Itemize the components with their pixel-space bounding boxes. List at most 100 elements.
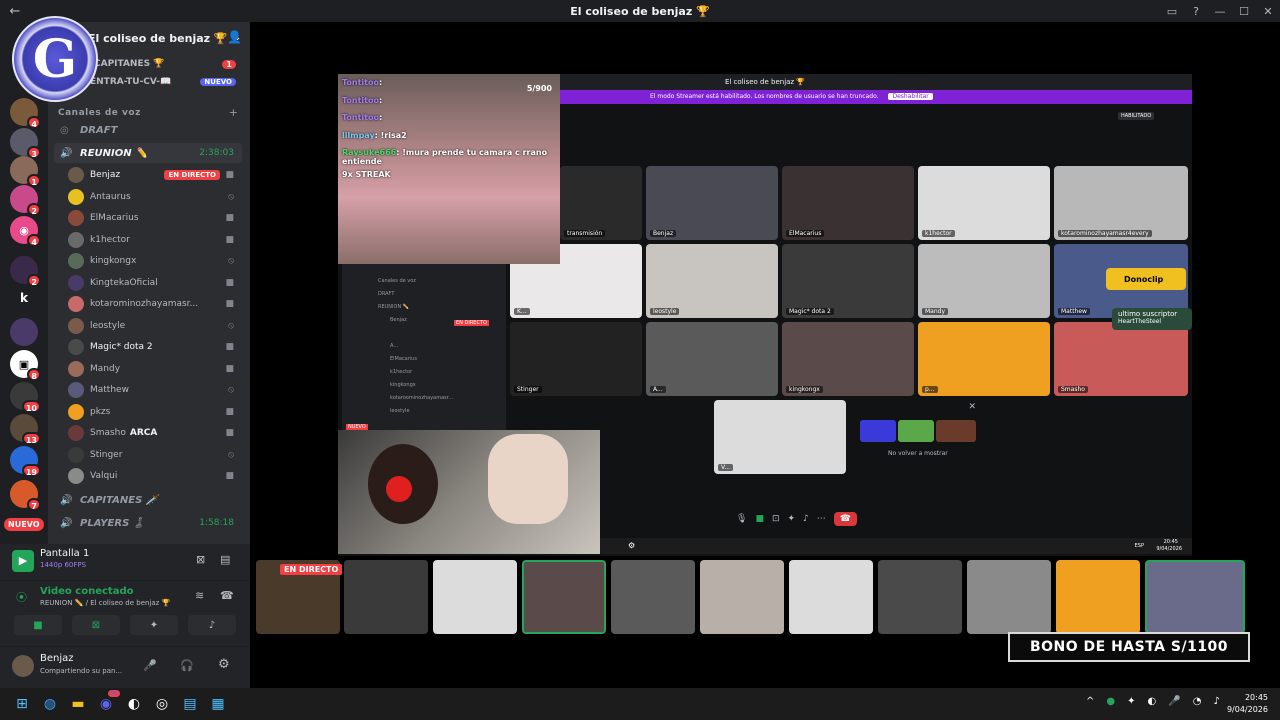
voice-member-row[interactable]: pkzs ■ bbox=[68, 402, 240, 422]
voice-member-row[interactable]: ElMacarius ■ bbox=[68, 208, 240, 228]
server-icon[interactable]: 3 bbox=[10, 128, 41, 159]
calculator-icon[interactable]: ▦ bbox=[204, 690, 232, 718]
voice-channel-draft[interactable]: ◎ DRAFT bbox=[54, 120, 242, 140]
voice-status[interactable]: Video conectado bbox=[40, 586, 133, 597]
participant-tile[interactable]: A... bbox=[646, 322, 778, 396]
voice-member-row[interactable]: KingtekaOficial ■ bbox=[68, 273, 240, 293]
voice-member-row[interactable]: kotarominozhayamasr... ■ bbox=[68, 294, 240, 314]
strip-participant[interactable] bbox=[611, 560, 695, 634]
participant-tile[interactable]: kingkongx bbox=[782, 322, 914, 396]
voice-member-row[interactable]: leostyle ⦸ bbox=[68, 316, 240, 336]
server-icon[interactable]: 19 bbox=[10, 446, 41, 477]
strip-participant[interactable] bbox=[433, 560, 517, 634]
strip-participant[interactable] bbox=[967, 560, 1051, 634]
tray-icon[interactable]: ✦ bbox=[1127, 696, 1135, 707]
voice-member-row[interactable]: Antaurus ⦸ bbox=[68, 187, 240, 207]
voice-location[interactable]: REUNION ✏️ / El coliseo de benjaz 🏆 bbox=[40, 599, 170, 607]
soundboard-button[interactable]: ♪ bbox=[188, 615, 236, 635]
close-icon[interactable]: ✕ bbox=[968, 402, 976, 412]
activity-thumb[interactable] bbox=[860, 420, 896, 442]
edge-icon[interactable]: ◍ bbox=[36, 690, 64, 718]
strip-participant[interactable] bbox=[700, 560, 784, 634]
participant-tile[interactable]: Smasho bbox=[1054, 322, 1188, 396]
close-button[interactable]: ✕ bbox=[1256, 5, 1280, 18]
activity-thumb[interactable] bbox=[898, 420, 934, 442]
add-user-icon[interactable]: 👤 bbox=[227, 30, 242, 44]
stop-stream-icon[interactable]: ⊠ bbox=[196, 553, 205, 566]
windows-start-icon[interactable]: ⊞ bbox=[8, 690, 36, 718]
participant-tile[interactable]: Mandy bbox=[918, 244, 1050, 318]
more-icon[interactable]: ⋯ bbox=[817, 514, 826, 524]
server-icon[interactable] bbox=[10, 318, 38, 346]
minimize-button[interactable]: — bbox=[1208, 5, 1232, 18]
help-icon[interactable]: ? bbox=[1184, 5, 1208, 18]
voice-member-row[interactable]: Magic* dota 2 ■ bbox=[68, 337, 240, 357]
strip-participant[interactable] bbox=[1056, 560, 1140, 634]
avatar[interactable] bbox=[12, 655, 34, 677]
camera-button[interactable]: ■ bbox=[14, 615, 62, 635]
dont-show-label[interactable]: No volver a mostrar bbox=[888, 450, 948, 457]
chevron-up-icon[interactable]: ^ bbox=[1086, 696, 1094, 707]
tray-icon[interactable]: ● bbox=[1106, 696, 1115, 707]
voice-member-row[interactable]: Matthew ⦸ bbox=[68, 380, 240, 400]
end-call-icon[interactable]: ☎ bbox=[833, 512, 858, 526]
participant-tile[interactable]: leostyle bbox=[646, 244, 778, 318]
participant-tile[interactable]: p... bbox=[918, 322, 1050, 396]
screen-share-button[interactable]: ⊠ bbox=[72, 615, 120, 635]
add-channel-icon[interactable]: + bbox=[229, 106, 238, 119]
steam-icon[interactable]: ◐ bbox=[120, 690, 148, 718]
gear-icon[interactable]: ⚙ bbox=[218, 657, 230, 672]
mic-icon[interactable]: 🎙 bbox=[736, 514, 747, 524]
participant-tile[interactable]: V... bbox=[714, 400, 846, 474]
camera-icon[interactable]: ■ bbox=[755, 514, 764, 524]
voice-member-row[interactable]: Mandy ■ bbox=[68, 359, 240, 379]
strip-participant[interactable] bbox=[522, 560, 606, 634]
server-icon[interactable]: 10 bbox=[10, 382, 41, 413]
voice-member-row[interactable]: kingkongx ⦸ bbox=[68, 251, 240, 271]
voice-member-row[interactable]: Benjaz EN DIRECTO ■ bbox=[68, 165, 240, 185]
activity-icon[interactable]: ✦ bbox=[788, 514, 796, 524]
participant-tile[interactable]: transmisión bbox=[560, 166, 642, 240]
microphone-icon[interactable]: 🎤 bbox=[143, 659, 157, 672]
share-icon[interactable]: ⊡ bbox=[772, 514, 780, 524]
headphones-icon[interactable]: 🎧 bbox=[180, 659, 194, 672]
strip-participant[interactable] bbox=[878, 560, 962, 634]
strip-participant[interactable] bbox=[344, 560, 428, 634]
disconnect-icon[interactable]: ☎ bbox=[220, 589, 234, 602]
participant-tile[interactable]: ElMacarius bbox=[782, 166, 914, 240]
participant-tile[interactable]: kotarominozhayamasr4every bbox=[1054, 166, 1188, 240]
voice-member-row[interactable]: Valqui ■ bbox=[68, 466, 240, 486]
participant-tile[interactable]: Stinger bbox=[510, 322, 642, 396]
discord-server-icon[interactable]: ◉ 4 bbox=[10, 216, 41, 247]
activities-button[interactable]: ✦ bbox=[130, 615, 178, 635]
server-icon[interactable]: 7 bbox=[10, 480, 41, 511]
tv-server-icon[interactable]: ▣ 8 bbox=[10, 350, 41, 381]
soundboard-icon[interactable]: ♪ bbox=[803, 514, 809, 524]
inbox-icon[interactable]: ▭ bbox=[1160, 5, 1184, 18]
notes-icon[interactable]: ▤ bbox=[176, 690, 204, 718]
voice-channel-reunion[interactable]: 🔊 REUNION ✏️ 2:38:03 bbox=[54, 143, 242, 163]
participant-tile[interactable]: k1hector bbox=[918, 166, 1050, 240]
folder-icon[interactable]: ▬ bbox=[64, 690, 92, 718]
server-k[interactable]: k bbox=[10, 284, 38, 312]
discord-icon[interactable]: ◉ 99 bbox=[92, 690, 120, 718]
clock[interactable]: 20:45 9/04/2026 bbox=[1227, 692, 1268, 716]
strip-participant[interactable] bbox=[1145, 560, 1245, 634]
server-icon[interactable]: 1 bbox=[10, 156, 41, 187]
noise-suppression-icon[interactable]: ≋ bbox=[195, 589, 204, 602]
voice-member-row[interactable]: k1hector ■ bbox=[68, 230, 240, 250]
wifi-icon[interactable]: ◔ bbox=[1193, 696, 1202, 707]
voice-channel-players[interactable]: 🔊 PLAYERS ♟️ 1:58:18 bbox=[54, 513, 242, 533]
server-icon[interactable]: 2 bbox=[10, 256, 41, 287]
voice-member-row[interactable]: Smasho ARCA ■ bbox=[68, 423, 240, 443]
participant-tile[interactable]: Magic* dota 2 bbox=[782, 244, 914, 318]
microphone-icon[interactable]: 🎤 bbox=[1168, 696, 1180, 707]
maximize-button[interactable]: ☐ bbox=[1232, 5, 1256, 18]
voice-category[interactable]: Canales de voz bbox=[58, 108, 141, 118]
tray-icon[interactable]: ◐ bbox=[1148, 696, 1157, 707]
server-icon[interactable]: 2 bbox=[10, 185, 41, 216]
voice-member-row[interactable]: Stinger ⦸ bbox=[68, 445, 240, 465]
server-icon[interactable]: 4 bbox=[10, 98, 41, 129]
stream-settings-icon[interactable]: ▤ bbox=[220, 553, 230, 566]
strip-participant[interactable] bbox=[789, 560, 873, 634]
